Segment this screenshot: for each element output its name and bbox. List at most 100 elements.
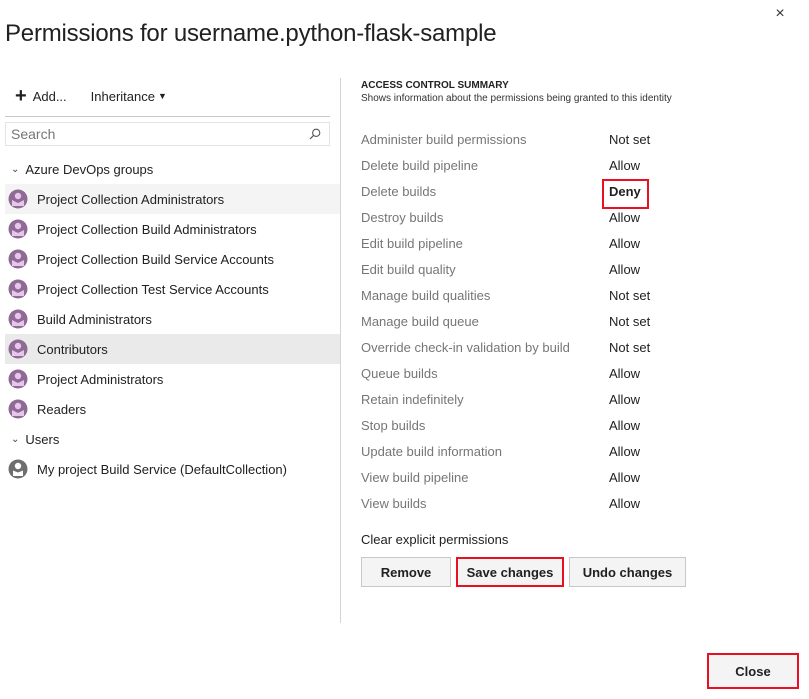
- permission-row: Destroy builds Allow: [361, 204, 801, 230]
- permission-value[interactable]: Allow: [609, 210, 640, 225]
- save-changes-button[interactable]: Save changes: [456, 557, 564, 587]
- permission-row: View build pipeline Allow: [361, 464, 801, 490]
- permission-name: Delete builds: [361, 183, 437, 199]
- inheritance-label: Inheritance: [90, 88, 155, 104]
- tree-item-label: Project Collection Build Administrators: [37, 221, 257, 237]
- permission-row: Update build information Allow: [361, 438, 801, 464]
- action-buttons: Remove Save changes Undo changes: [361, 557, 801, 587]
- dialog-title: Permissions for username.python-flask-sa…: [5, 20, 497, 47]
- permission-value[interactable]: Not set: [609, 314, 650, 329]
- permission-value-text: Allow: [609, 209, 641, 225]
- permission-name: Administer build permissions: [361, 131, 527, 147]
- permission-name: Edit build pipeline: [361, 235, 463, 251]
- permission-name: Manage build qualities: [361, 287, 491, 303]
- permission-value[interactable]: Allow: [609, 392, 640, 407]
- permission-value[interactable]: Deny: [602, 178, 649, 209]
- permission-value-text: Allow: [609, 365, 641, 381]
- permission-list: Administer build permissions Not set Delet…: [361, 126, 801, 516]
- permission-value-text: Allow: [609, 495, 641, 511]
- permission-row: Retain indefinitely Allow: [361, 386, 801, 412]
- permission-name: Delete build pipeline: [361, 157, 479, 173]
- search-input[interactable]: [6, 126, 305, 142]
- permission-row: Stop builds Allow: [361, 412, 801, 438]
- permission-value-text: Allow: [609, 391, 641, 407]
- permission-value-text: Allow: [609, 417, 641, 433]
- permission-name: Queue builds: [361, 365, 438, 381]
- undo-changes-button[interactable]: Undo changes: [569, 557, 686, 587]
- chevron-down-icon: ⌄: [11, 163, 20, 175]
- add-label: Add...: [32, 88, 67, 104]
- users-header-label: Users: [25, 431, 60, 447]
- permission-value[interactable]: Not set: [609, 288, 650, 303]
- tree-item-label: Project Collection Test Service Accounts: [37, 281, 269, 297]
- permission-name: View build pipeline: [361, 469, 469, 485]
- tree-item-group[interactable]: Readers: [5, 394, 340, 424]
- permission-value[interactable]: Not set: [609, 132, 650, 147]
- clear-explicit-permissions-label: Clear explicit permissions: [361, 532, 509, 547]
- add-button[interactable]: + Add...: [10, 85, 67, 107]
- search-icon[interactable]: [305, 124, 325, 144]
- permission-name: Retain indefinitely: [361, 391, 464, 407]
- permission-row: Manage build queue Not set: [361, 308, 801, 334]
- tree-item-group[interactable]: Contributors: [5, 334, 340, 364]
- tree-item-group[interactable]: Build Administrators: [5, 304, 340, 334]
- permission-value-text: Allow: [609, 235, 641, 251]
- tree-item-label: Project Collection Administrators: [37, 191, 225, 207]
- access-control-summary: ACCESS CONTROL SUMMARY Shows information…: [361, 78, 801, 587]
- permission-value[interactable]: Allow: [609, 158, 640, 173]
- permission-value-text: Not set: [609, 131, 651, 147]
- tree-item-user[interactable]: My project Build Service (DefaultCollect…: [5, 454, 340, 484]
- permission-value[interactable]: Not set: [609, 340, 650, 355]
- permission-value-text: Not set: [609, 287, 651, 303]
- toolbar-divider: [5, 116, 330, 117]
- permission-row: Manage build qualities Not set: [361, 282, 801, 308]
- remove-button[interactable]: Remove: [361, 557, 451, 587]
- permission-value-text: Allow: [609, 443, 641, 459]
- close-button[interactable]: Close: [707, 653, 799, 689]
- tree-item-label: Project Administrators: [37, 371, 164, 387]
- group-icon: [8, 369, 28, 389]
- permission-value-text: Not set: [609, 339, 651, 355]
- tree-item-group[interactable]: Project Collection Build Administrators: [5, 214, 340, 244]
- tree-item-group[interactable]: Project Collection Administrators: [5, 184, 340, 214]
- permission-value[interactable]: Allow: [609, 444, 640, 459]
- tree-item-label: Project Collection Build Service Account…: [37, 251, 275, 267]
- users-header[interactable]: ⌄ Users: [5, 424, 340, 454]
- groups-header[interactable]: ⌄ Azure DevOps groups: [5, 154, 340, 184]
- permission-value[interactable]: Allow: [609, 470, 640, 485]
- permission-value[interactable]: Allow: [609, 262, 640, 277]
- tree-item-group[interactable]: Project Administrators: [5, 364, 340, 394]
- inheritance-dropdown[interactable]: Inheritance ▼: [91, 89, 167, 104]
- identity-pane: + Add... Inheritance ▼ ⌄ Azure DevOps gr…: [0, 78, 340, 623]
- permission-value-text: Not set: [609, 313, 651, 329]
- permission-row: Edit build pipeline Allow: [361, 230, 801, 256]
- permission-value[interactable]: Allow: [609, 366, 640, 381]
- summary-title: ACCESS CONTROL SUMMARY: [361, 80, 509, 91]
- summary-subtitle: Shows information about the permissions …: [361, 93, 672, 104]
- tree-item-label: Contributors: [37, 341, 108, 357]
- permission-row: Override check-in validation by build Not…: [361, 334, 801, 360]
- tree-item-label: My project Build Service (DefaultCollect…: [37, 461, 287, 477]
- tree-item-group[interactable]: Project Collection Test Service Accounts: [5, 274, 340, 304]
- groups-header-label: Azure DevOps groups: [25, 161, 154, 177]
- permission-row: Edit build quality Allow: [361, 256, 801, 282]
- group-icon: [8, 189, 28, 209]
- permission-value[interactable]: Allow: [609, 236, 640, 251]
- permission-value[interactable]: Allow: [609, 496, 640, 511]
- plus-icon: +: [15, 85, 27, 107]
- permission-row: Delete builds Deny: [361, 178, 801, 209]
- permission-value[interactable]: Allow: [609, 418, 640, 433]
- close-icon[interactable]: ×: [770, 4, 790, 24]
- group-icon: [8, 279, 28, 299]
- group-icon: [8, 399, 28, 419]
- permission-value-text: Allow: [609, 261, 641, 277]
- user-icon: [8, 459, 28, 479]
- tree-item-group[interactable]: Project Collection Build Service Account…: [5, 244, 340, 274]
- group-icon: [8, 249, 28, 269]
- identity-tree: ⌄ Azure DevOps groups Project Collection…: [5, 154, 340, 484]
- permission-value-text: Allow: [609, 157, 641, 173]
- permission-name: Destroy builds: [361, 209, 444, 225]
- permission-value-text: Allow: [609, 469, 641, 485]
- pane-divider: [340, 78, 341, 623]
- search-box: [5, 122, 330, 146]
